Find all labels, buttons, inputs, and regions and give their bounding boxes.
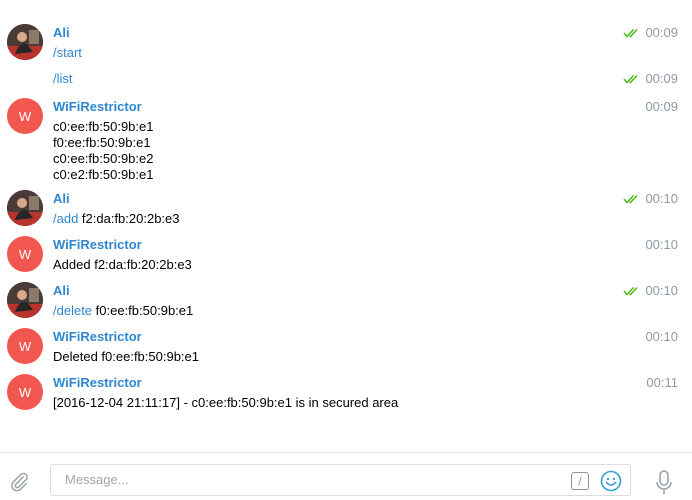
message-input-box: / xyxy=(50,464,631,496)
message-text-segment: Deleted f0:ee:fb:50:9b:e1 xyxy=(53,349,200,364)
sender-name[interactable]: Ali xyxy=(53,283,70,298)
paperclip-icon[interactable] xyxy=(8,471,30,493)
message-text: /start xyxy=(53,45,82,61)
message-meta: 00:10 xyxy=(645,237,678,252)
message-time: 00:11 xyxy=(646,375,678,390)
message-meta: 00:09 xyxy=(623,71,678,86)
message-text-segment: f2:da:fb:20:2b:e3 xyxy=(78,211,180,226)
message-text: /add f2:da:fb:20:2b:e3 xyxy=(53,211,180,227)
sender-name[interactable]: WiFiRestrictor xyxy=(53,375,142,390)
double-check-icon xyxy=(623,286,639,296)
sender-name[interactable]: WiFiRestrictor xyxy=(53,237,142,252)
message-meta: 00:09 xyxy=(623,25,678,40)
message-text: f0:ee:fb:50:9b:e1 xyxy=(53,135,151,151)
double-check-icon xyxy=(623,194,639,204)
sender-name[interactable]: Ali xyxy=(53,25,70,40)
message-text-segment: f0:ee:fb:50:9b:e1 xyxy=(53,135,151,150)
user-avatar[interactable] xyxy=(7,282,43,318)
bot-avatar[interactable]: W xyxy=(7,374,43,410)
message-composer: / xyxy=(0,452,692,500)
bot-avatar[interactable]: W xyxy=(7,236,43,272)
message-time: 00:09 xyxy=(645,25,678,40)
message-time: 00:10 xyxy=(645,329,678,344)
bot-avatar[interactable]: W xyxy=(7,328,43,364)
bot-command-link[interactable]: /add xyxy=(53,211,78,226)
message-text: c0:e2:fb:50:9b:e1 xyxy=(53,167,153,183)
message-time: 00:10 xyxy=(645,191,678,206)
message-time: 00:09 xyxy=(645,99,678,114)
message-time: 00:09 xyxy=(645,71,678,86)
message-text: Deleted f0:ee:fb:50:9b:e1 xyxy=(53,349,199,365)
microphone-icon[interactable] xyxy=(655,470,673,496)
bot-command-link[interactable]: /delete xyxy=(53,303,92,318)
user-avatar[interactable] xyxy=(7,190,43,226)
message-text: /delete f0:ee:fb:50:9b:e1 xyxy=(53,303,193,319)
sender-name[interactable]: Ali xyxy=(53,191,70,206)
double-check-icon xyxy=(623,74,639,84)
message-text-segment: f0:ee:fb:50:9b:e1 xyxy=(92,303,194,318)
sender-name[interactable]: WiFiRestrictor xyxy=(53,99,142,114)
message-text-segment: c0:e2:fb:50:9b:e1 xyxy=(53,167,154,182)
message-meta: 00:09 xyxy=(645,99,678,114)
message-text-segment: [2016-12-04 21:11:17] - c0:ee:fb:50:9b:e… xyxy=(53,395,399,410)
message-time: 00:10 xyxy=(645,283,678,298)
message-meta: 00:11 xyxy=(646,375,678,390)
message-meta: 00:10 xyxy=(623,283,678,298)
message-text: /list xyxy=(53,71,73,87)
message-text-segment: c0:ee:fb:50:9b:e2 xyxy=(53,151,154,166)
user-avatar[interactable] xyxy=(7,24,43,60)
bot-command-link[interactable]: /list xyxy=(53,71,73,86)
sender-name[interactable]: WiFiRestrictor xyxy=(53,329,142,344)
message-input[interactable] xyxy=(65,472,545,487)
message-text-segment: c0:ee:fb:50:9b:e1 xyxy=(53,119,154,134)
double-check-icon xyxy=(623,28,639,38)
bot-command-link[interactable]: /start xyxy=(53,45,82,60)
message-text: Added f2:da:fb:20:2b:e3 xyxy=(53,257,192,273)
message-text: c0:ee:fb:50:9b:e1 xyxy=(53,119,153,135)
message-text: [2016-12-04 21:11:17] - c0:ee:fb:50:9b:e… xyxy=(53,395,398,411)
message-text: c0:ee:fb:50:9b:e2 xyxy=(53,151,153,167)
bot-commands-button[interactable]: / xyxy=(571,472,589,490)
message-meta: 00:10 xyxy=(623,191,678,206)
message-text-segment: Added f2:da:fb:20:2b:e3 xyxy=(53,257,192,272)
smiley-icon[interactable] xyxy=(600,470,622,492)
message-time: 00:10 xyxy=(645,237,678,252)
message-meta: 00:10 xyxy=(645,329,678,344)
bot-avatar[interactable]: W xyxy=(7,98,43,134)
message-list: Ali/start 00:09/list 00:09 W WiFiRestrictor c… xyxy=(0,0,692,452)
